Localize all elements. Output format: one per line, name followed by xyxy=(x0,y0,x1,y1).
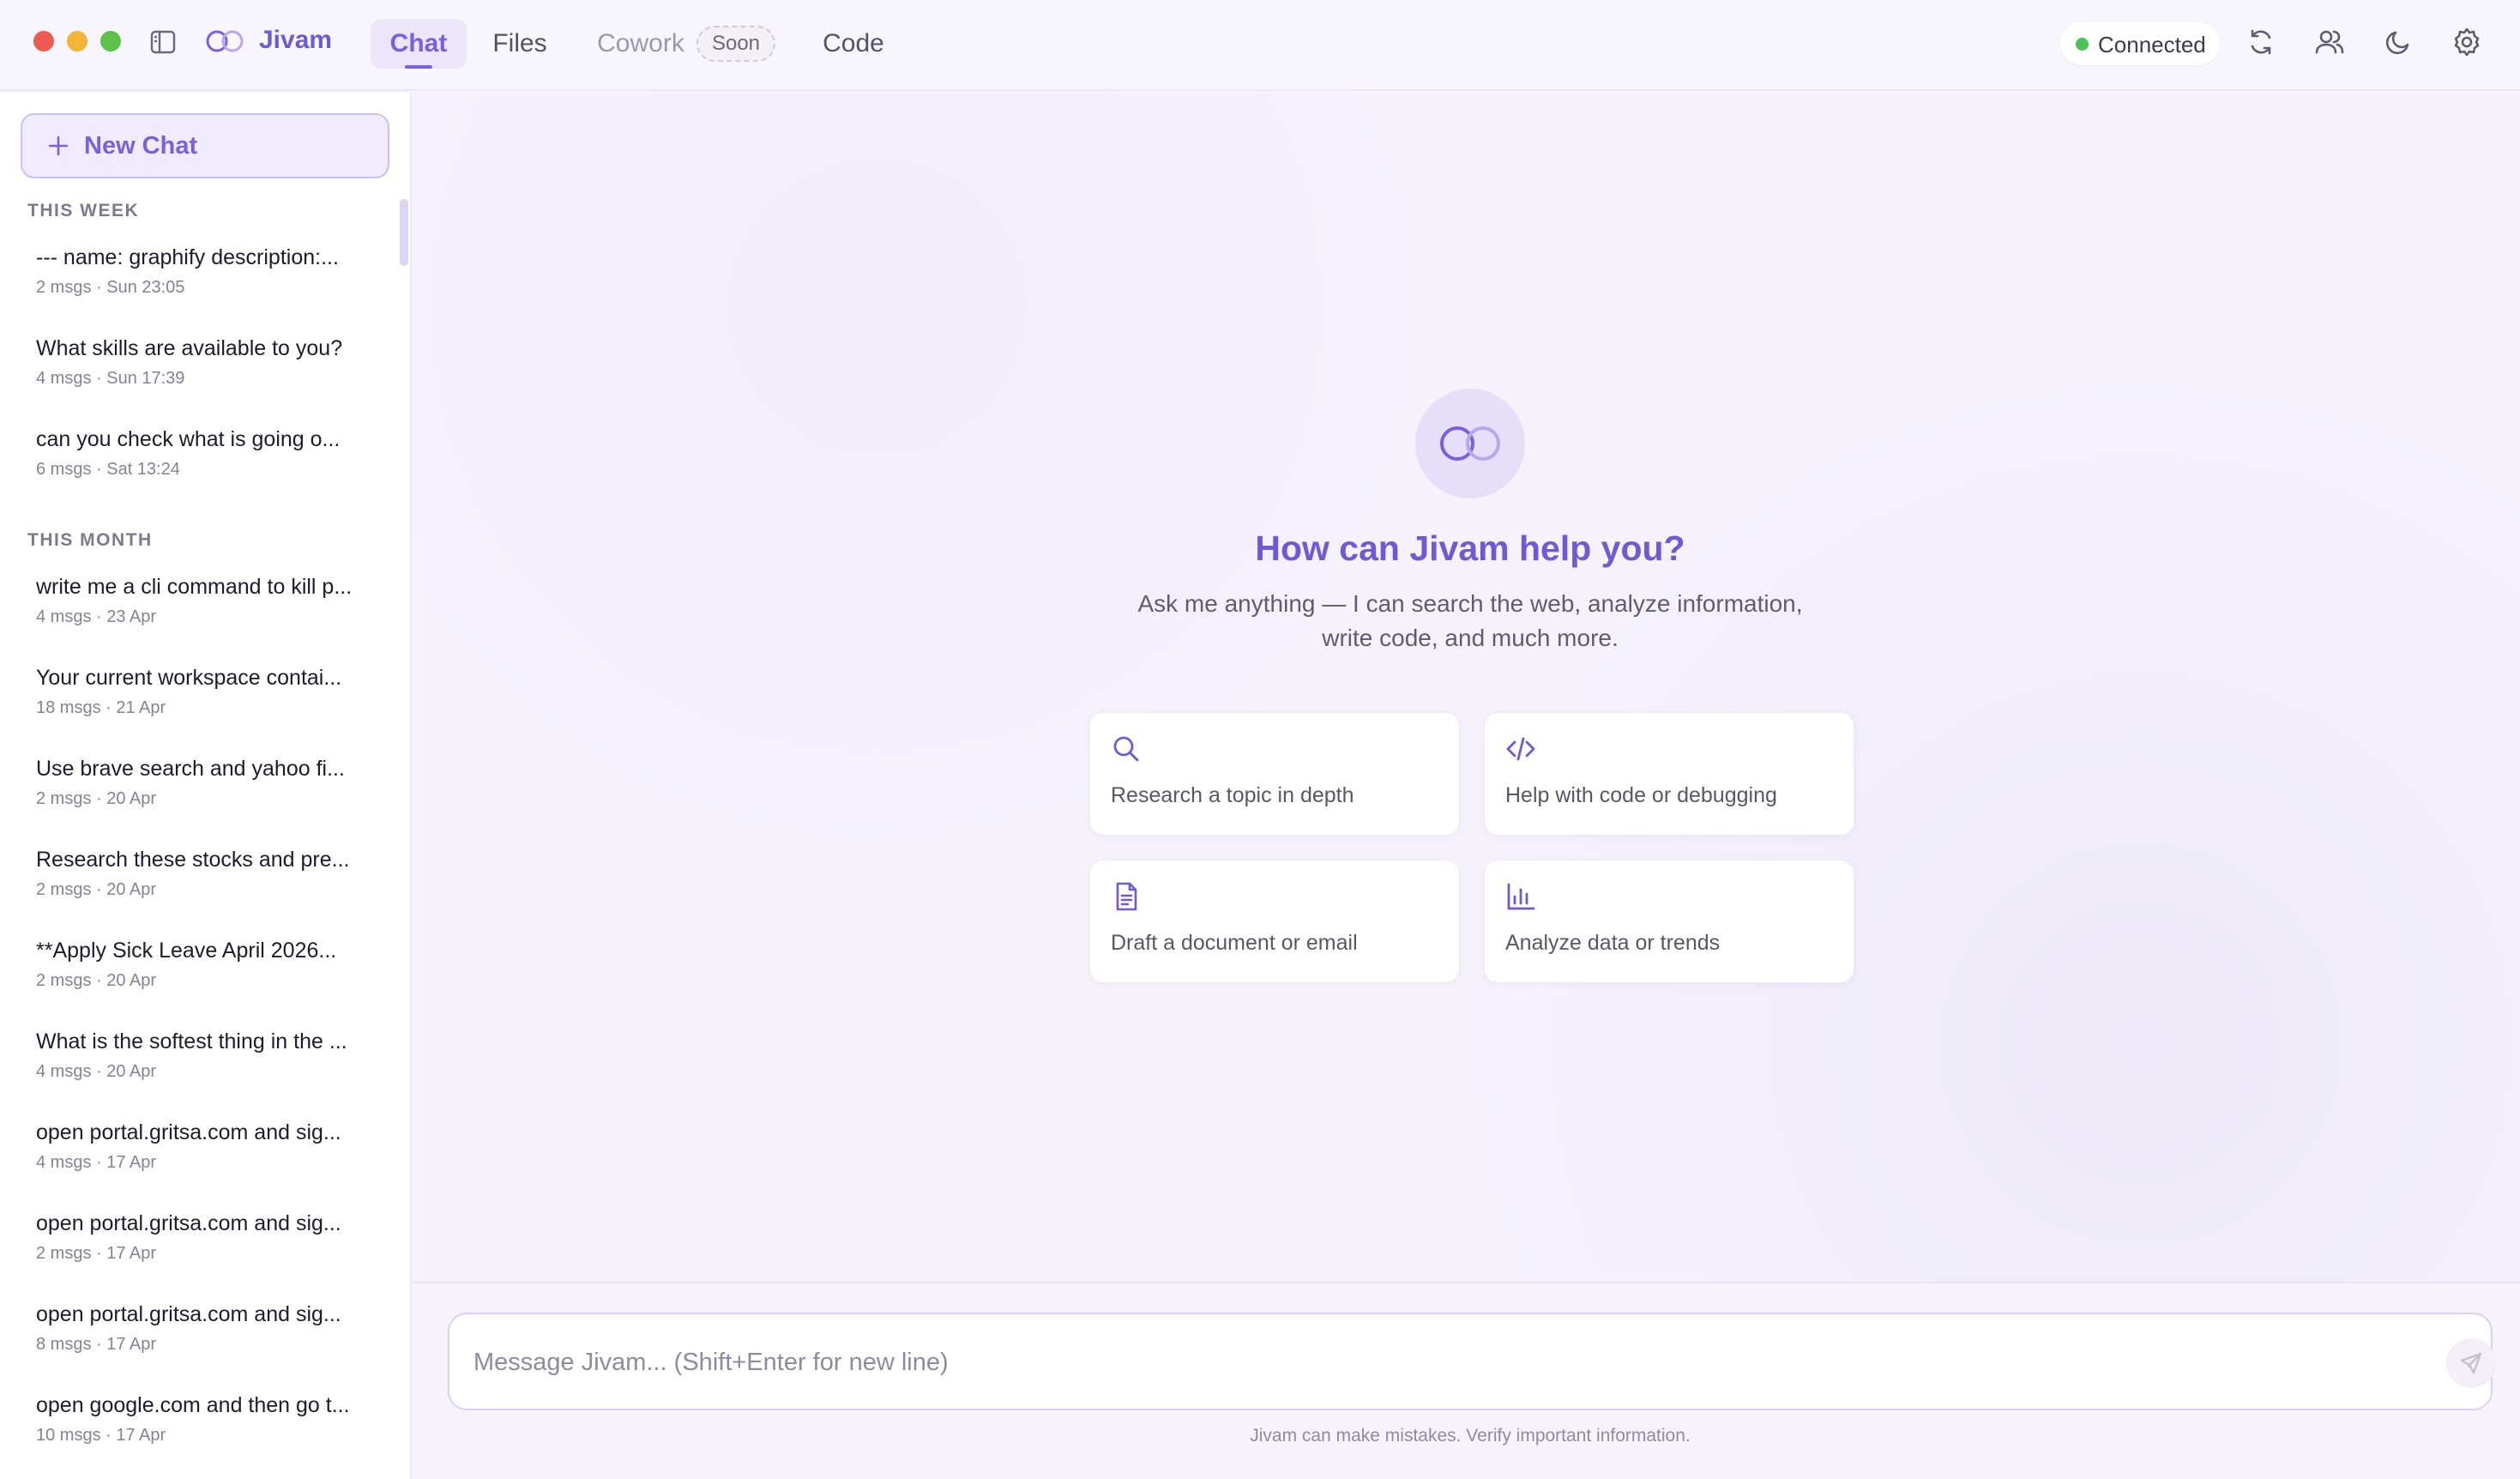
hero-title: How can Jivam help you? xyxy=(1255,528,1685,568)
title-bar: Jivam Chat Files Cowork Soon Code Connec… xyxy=(0,0,2520,91)
chat-history-item[interactable]: What skills are available to you? 4 msgs… xyxy=(17,326,369,405)
chat-history-item[interactable]: open portal.gritsa.com and sig... 2 msgs… xyxy=(17,1201,369,1280)
app-name: Jivam xyxy=(259,26,333,54)
gear-icon[interactable] xyxy=(2451,27,2482,57)
chat-meta: 2 msgs · Sun 23:05 xyxy=(36,278,185,297)
chat-history-item[interactable]: write me a cli command to kill p... 4 ms… xyxy=(17,564,369,643)
message-composer[interactable] xyxy=(448,1313,2496,1410)
active-tab-indicator xyxy=(405,65,432,69)
suggestion-card-document[interactable]: Draft a document or email xyxy=(1089,860,1460,983)
jivam-logo-icon xyxy=(204,27,245,55)
search-icon xyxy=(1113,736,1139,762)
users-icon[interactable] xyxy=(2314,27,2345,57)
chat-meta: 4 msgs · Sun 17:39 xyxy=(36,369,185,388)
tab-code[interactable]: Code xyxy=(817,19,890,69)
soon-badge: Soon xyxy=(696,26,775,62)
close-window-button[interactable] xyxy=(33,31,54,51)
tab-code-label: Code xyxy=(823,29,884,57)
suggestion-card-code[interactable]: Help with code or debugging xyxy=(1484,712,1854,836)
new-chat-label: New Chat xyxy=(84,132,198,160)
chat-meta: 4 msgs · 20 Apr xyxy=(36,1062,157,1081)
chat-meta: 10 msgs · 17 Apr xyxy=(36,1426,166,1445)
chat-meta: 4 msgs · 23 Apr xyxy=(36,607,157,626)
chat-title: --- name: graphify description:... xyxy=(36,245,339,269)
suggestion-card-analyze[interactable]: Analyze data or trends xyxy=(1484,860,1854,983)
chat-history-item[interactable]: Research these stocks and pre... 2 msgs … xyxy=(17,837,369,916)
jivam-logo-icon xyxy=(1440,426,1500,461)
chat-history-item[interactable]: --- name: graphify description:... 2 msg… xyxy=(17,235,369,314)
chat-title: What is the softest thing in the ... xyxy=(36,1029,347,1053)
suggestion-card-label: Research a topic in depth xyxy=(1111,783,1354,807)
hero-logo-badge xyxy=(1415,389,1525,498)
chat-history-item[interactable]: Your current workspace contai... 18 msgs… xyxy=(17,655,369,734)
tab-chat[interactable]: Chat xyxy=(371,19,467,69)
chat-title: open portal.gritsa.com and sig... xyxy=(36,1302,341,1326)
chat-title: open google.com and then go t... xyxy=(36,1393,350,1417)
new-chat-button[interactable]: New Chat xyxy=(21,113,389,178)
connection-status-label: Connected xyxy=(2098,32,2206,57)
composer-area: Jivam can make mistakes. Verify importan… xyxy=(413,1285,2520,1479)
section-label-this-week: THIS WEEK xyxy=(27,201,140,220)
sidebar-toggle-icon[interactable] xyxy=(149,28,177,56)
tab-chat-label: Chat xyxy=(389,29,448,57)
chat-title: can you check what is going o... xyxy=(36,427,341,451)
section-label-this-month: THIS MONTH xyxy=(27,530,153,550)
connection-status-badge: Connected xyxy=(2060,22,2220,65)
hero-subtitle: Ask me anything — I can search the web, … xyxy=(1137,590,1803,651)
tab-files-label: Files xyxy=(492,29,547,57)
chat-title: Your current workspace contai... xyxy=(36,666,342,690)
chat-history-item[interactable]: **Apply Sick Leave April 2026... 2 msgs … xyxy=(17,928,369,1007)
chat-history-item[interactable]: can you check what is going o... 6 msgs … xyxy=(17,417,369,496)
chat-title: Use brave search and yahoo fi... xyxy=(36,757,345,781)
refresh-icon[interactable] xyxy=(2246,27,2276,57)
document-icon xyxy=(1116,882,1137,911)
main-panel: How can Jivam help you? Ask me anything … xyxy=(413,93,2520,1283)
chat-title: write me a cli command to kill p... xyxy=(36,575,353,599)
disclaimer-text: Jivam can make mistakes. Verify importan… xyxy=(1250,1426,1691,1446)
chat-title: **Apply Sick Leave April 2026... xyxy=(36,939,337,963)
minimize-window-button[interactable] xyxy=(67,31,87,51)
sidebar: New Chat THIS WEEK --- name: graphify de… xyxy=(0,93,412,1479)
chat-title: open portal.gritsa.com and sig... xyxy=(36,1211,341,1235)
chat-title: What skills are available to you? xyxy=(36,336,343,360)
chat-history-item[interactable]: What is the softest thing in the ... 4 m… xyxy=(17,1019,369,1098)
plus-icon xyxy=(48,136,69,156)
chat-meta: 6 msgs · Sat 13:24 xyxy=(36,460,180,479)
chat-title: open portal.gritsa.com and sig... xyxy=(36,1120,341,1144)
suggestion-card-research[interactable]: Research a topic in depth xyxy=(1089,712,1460,836)
chat-meta: 4 msgs · 17 Apr xyxy=(36,1153,157,1172)
message-input[interactable] xyxy=(473,1338,2360,1386)
suggestion-card-label: Draft a document or email xyxy=(1111,931,1358,955)
send-icon xyxy=(2460,1352,2482,1374)
suggestion-card-label: Analyze data or trends xyxy=(1505,931,1721,955)
tab-cowork[interactable]: Cowork xyxy=(590,19,691,69)
chat-meta: 2 msgs · 20 Apr xyxy=(36,971,157,990)
chat-history-item[interactable]: open portal.gritsa.com and sig... 8 msgs… xyxy=(17,1292,369,1371)
chat-history-item[interactable]: Use brave search and yahoo fi... 2 msgs … xyxy=(17,746,369,825)
suggestion-card-label: Help with code or debugging xyxy=(1505,783,1777,807)
tab-cowork-label: Cowork xyxy=(597,29,684,57)
maximize-window-button[interactable] xyxy=(100,31,121,51)
moon-icon[interactable] xyxy=(2383,27,2414,57)
tab-files[interactable]: Files xyxy=(484,19,556,69)
chat-meta: 8 msgs · 17 Apr xyxy=(36,1335,157,1354)
chat-meta: 2 msgs · 20 Apr xyxy=(36,880,157,899)
status-dot-icon xyxy=(2076,38,2089,51)
chat-meta: 18 msgs · 21 Apr xyxy=(36,698,166,717)
chat-meta: 2 msgs · 20 Apr xyxy=(36,789,157,808)
chat-history-item[interactable]: open portal.gritsa.com and sig... 4 msgs… xyxy=(17,1110,369,1189)
chat-title: Research these stocks and pre... xyxy=(36,848,350,872)
sidebar-scrollbar[interactable] xyxy=(400,199,408,266)
send-button[interactable] xyxy=(2446,1338,2496,1388)
code-icon xyxy=(1506,737,1535,761)
chat-history-item[interactable]: open google.com and then go t... 10 msgs… xyxy=(17,1383,369,1462)
chat-meta: 2 msgs · 17 Apr xyxy=(36,1244,157,1263)
bar-chart-icon xyxy=(1507,883,1535,910)
